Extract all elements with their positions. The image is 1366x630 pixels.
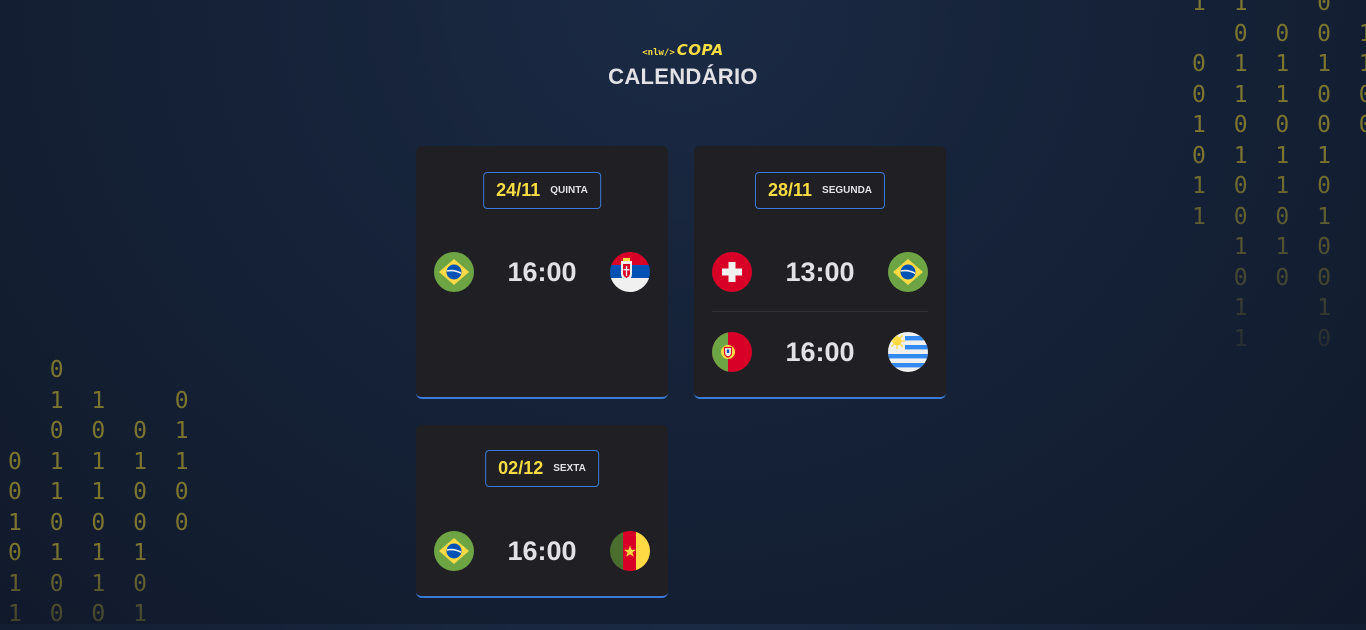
match-weekday: quinta bbox=[550, 185, 588, 196]
date-badge: 28/11 segunda bbox=[754, 172, 886, 209]
brazil-flag-icon bbox=[434, 252, 474, 292]
match-row: 16:00 bbox=[712, 332, 928, 372]
match-weekday: segunda bbox=[822, 185, 873, 196]
nlw-copa-logo: <nlw/> COPA bbox=[0, 41, 1366, 60]
match-date: 02/12 bbox=[498, 458, 544, 478]
match-date: 24/11 bbox=[496, 180, 541, 200]
match-day-card: 24/11 quinta 16:00 bbox=[416, 146, 668, 399]
match-time: 16:00 bbox=[507, 535, 577, 566]
cameroon-flag-icon bbox=[610, 531, 650, 571]
brazil-flag-icon bbox=[434, 531, 474, 571]
match-day-card: 02/12 sexta 16:00 bbox=[416, 425, 668, 598]
binary-decoration-left: 0 1 1 0 0 0 0 1 0 1 1 1 1 0 1 1 0 0 1 0 … bbox=[8, 357, 196, 627]
switzerland-flag-icon bbox=[712, 252, 752, 292]
date-badge: 02/12 sexta bbox=[485, 450, 599, 487]
match-date: 28/11 bbox=[767, 180, 813, 200]
match-time: 13:00 bbox=[785, 256, 855, 287]
match-time: 16:00 bbox=[507, 256, 577, 287]
match-weekday: sexta bbox=[553, 463, 586, 474]
match-row: 16:00 bbox=[434, 531, 650, 571]
match-day-card: 28/11 segunda 13:00 16:00 bbox=[694, 146, 946, 399]
page-title: CALENDÁRIO bbox=[608, 64, 758, 89]
match-row: 16:00 bbox=[434, 252, 650, 292]
match-divider bbox=[712, 311, 928, 312]
date-badge: 24/11 quinta bbox=[483, 172, 601, 209]
logo-name: COPA bbox=[676, 41, 724, 59]
match-row: 13:00 bbox=[712, 252, 928, 292]
serbia-flag-icon bbox=[610, 252, 650, 292]
portugal-flag-icon bbox=[712, 332, 752, 372]
match-time: 16:00 bbox=[785, 336, 855, 367]
brazil-flag-icon bbox=[888, 252, 928, 292]
logo-tag: <nlw/> bbox=[642, 48, 675, 58]
uruguay-flag-icon bbox=[888, 332, 928, 372]
